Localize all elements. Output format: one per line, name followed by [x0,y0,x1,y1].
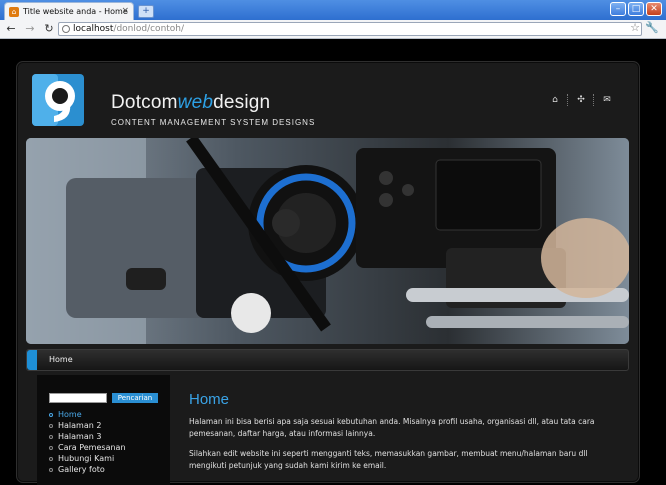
camera-photo-illustration [26,138,629,344]
site-brand: Dotcomwebdesign [111,92,270,114]
window-controls: – □ ✕ [610,2,662,16]
bullet-icon [49,456,53,461]
sitemap-icon[interactable]: ✣ [569,95,593,105]
sidebar-item-label: Halaman 2 [58,421,102,430]
new-tab-button[interactable]: + [138,5,154,18]
sidebar-item-home[interactable]: Home [49,409,126,420]
mail-icon[interactable]: ✉ [595,95,619,105]
search-button[interactable]: Pencarian [112,393,158,403]
brand-text-start: Dotcom [111,92,178,113]
menu-accent [27,350,37,370]
sidebar-item-halaman-3[interactable]: Halaman 3 [49,431,126,442]
banner-image [26,138,629,344]
wrench-menu-icon[interactable]: 🔧 [645,21,659,34]
brand-text-end: design [213,92,271,113]
browser-toolbar: ← → ↻ localhost/donlod/contoh/ ☆ 🔧 [0,20,666,39]
sidebar: Pencarian Home Halaman 2 Halaman 3 Cara … [37,375,170,485]
tab-title: Title website anda - Home [23,7,128,16]
close-button[interactable]: ✕ [646,2,662,16]
bullet-icon [49,445,53,450]
tab-close-icon[interactable]: × [121,6,129,16]
bullet-icon [49,467,53,472]
page-title: Home [189,391,230,408]
page-viewport: Dotcomwebdesign CONTENT MANAGEMENT SYSTE… [0,39,666,485]
site-tagline: CONTENT MANAGEMENT SYSTEM DESIGNS [111,118,316,127]
brand-text-web: web [177,92,214,113]
menu-item-home[interactable]: Home [49,355,73,364]
bookmark-star-icon[interactable]: ☆ [630,21,640,34]
url-path: /donlod/contoh/ [113,24,185,34]
browser-tab[interactable]: ⌂ Title website anda - Home × [4,2,134,20]
sidebar-item-label: Hubungi Kami [58,454,115,463]
url-host: localhost [73,24,114,34]
site-container: Dotcomwebdesign CONTENT MANAGEMENT SYSTE… [16,61,640,485]
minimize-button[interactable]: – [610,2,626,16]
sidebar-item-cara-pemesanan[interactable]: Cara Pemesanan [49,442,126,453]
site-logo[interactable] [32,74,84,126]
header-icons: ⌂ ✣ ✉ [543,94,619,106]
sidebar-item-label: Cara Pemesanan [58,443,126,452]
globe-icon [62,25,70,33]
sidebar-item-label: Home [58,410,82,419]
window-titlebar: ⌂ Title website anda - Home × + – □ ✕ [0,0,666,20]
sidebar-item-gallery-foto[interactable]: Gallery foto [49,464,126,475]
maximize-button[interactable]: □ [628,2,644,16]
main-content: Home Halaman ini bisa berisi apa saja se… [189,391,619,472]
search-input[interactable] [49,393,107,403]
content-paragraph: Silahkan edit website ini seperti mengga… [189,449,588,470]
bullet-icon [49,423,53,428]
favicon-icon: ⌂ [9,6,19,17]
forward-button[interactable]: → [22,21,38,37]
address-bar[interactable]: localhost/donlod/contoh/ [58,22,642,36]
home-icon[interactable]: ⌂ [543,95,567,105]
sidebar-item-halaman-2[interactable]: Halaman 2 [49,420,126,431]
back-button[interactable]: ← [3,21,19,37]
sidebar-item-label: Halaman 3 [58,432,102,441]
sidebar-nav: Home Halaman 2 Halaman 3 Cara Pemesanan … [49,409,126,475]
bullet-icon [49,434,53,439]
sidebar-item-label: Gallery foto [58,465,105,474]
bullet-icon [49,412,53,417]
content-paragraph: Halaman ini bisa berisi apa saja sesuai … [189,417,595,438]
main-menu-bar: Home [26,349,629,371]
reload-button[interactable]: ↻ [41,21,57,37]
sidebar-item-hubungi-kami[interactable]: Hubungi Kami [49,453,126,464]
